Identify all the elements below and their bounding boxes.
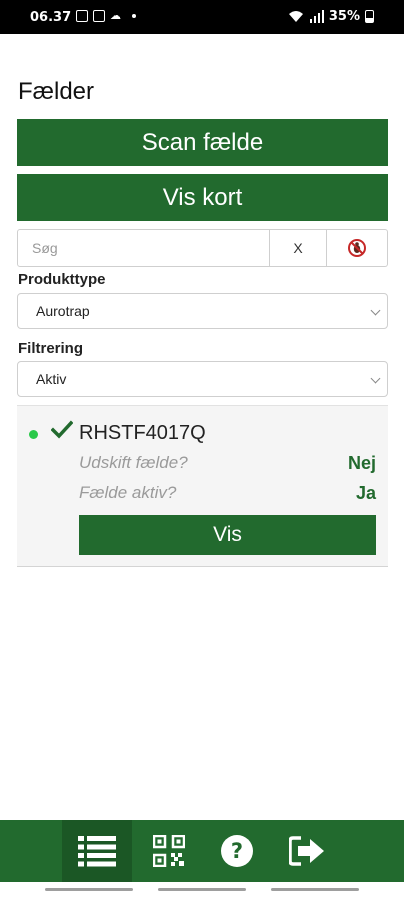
system-icons: 35% <box>288 9 374 24</box>
trap-active-label: Fælde aktiv? <box>79 483 177 502</box>
battery-percent: 35% <box>328 9 360 24</box>
nav-item-list[interactable] <box>62 820 132 882</box>
filter-value: Aktiv <box>36 371 67 387</box>
cloud-icon: ☁ <box>110 9 121 22</box>
product-type-value: Aurotrap <box>36 303 90 319</box>
bottom-nav: ? <box>0 820 404 882</box>
media-icon <box>93 9 105 22</box>
trap-id: RHSTF4017Q <box>79 422 206 444</box>
nav-item-qr[interactable] <box>138 820 200 882</box>
filter-select[interactable]: Aktiv <box>17 361 388 397</box>
check-icon <box>51 420 73 439</box>
battery-icon <box>365 10 374 23</box>
wifi-icon <box>288 11 303 22</box>
clear-search-button[interactable]: X <box>270 229 327 267</box>
logout-icon <box>289 836 324 866</box>
more-notifications-icon <box>132 13 136 18</box>
trap-card: RHSTF4017Q Udskift fælde? Nej Fælde akti… <box>17 405 388 567</box>
page-title: Fælder <box>18 78 95 105</box>
view-trap-button[interactable]: Vis <box>79 515 376 555</box>
filter-label: Filtrering <box>18 340 84 357</box>
replace-trap-value: Nej <box>347 453 376 473</box>
scan-trap-button[interactable]: Scan fælde <box>17 119 388 166</box>
search-input[interactable] <box>17 229 270 267</box>
qr-code-icon <box>153 835 185 867</box>
product-type-select[interactable]: Aurotrap <box>17 293 388 329</box>
product-type-label: Produkttype <box>18 271 106 288</box>
notification-icons: ☁ <box>76 9 136 22</box>
status-bar: 06.37 ☁ 35% <box>0 0 404 34</box>
signal-icon <box>309 10 324 23</box>
no-bug-icon <box>348 239 366 257</box>
gallery-icon <box>76 9 88 22</box>
list-icon <box>78 836 116 867</box>
show-map-button[interactable]: Vis kort <box>17 174 388 221</box>
status-dot <box>29 430 38 439</box>
help-icon: ? <box>221 835 253 867</box>
nav-item-logout[interactable] <box>274 820 340 882</box>
gesture-handle <box>158 888 246 891</box>
replace-trap-label: Udskift fælde? <box>79 453 188 472</box>
svg-text:?: ? <box>231 839 243 863</box>
status-time: 06.37 <box>30 10 72 25</box>
chevron-down-icon <box>370 373 381 384</box>
gesture-handle <box>45 888 133 891</box>
nav-item-help[interactable]: ? <box>206 820 268 882</box>
trap-active-value: Ja <box>355 483 376 503</box>
gesture-bar <box>0 882 404 900</box>
chevron-down-icon <box>370 305 381 316</box>
search-row: X <box>17 229 388 267</box>
gesture-handle <box>271 888 359 891</box>
no-bug-filter-button[interactable] <box>327 229 388 267</box>
